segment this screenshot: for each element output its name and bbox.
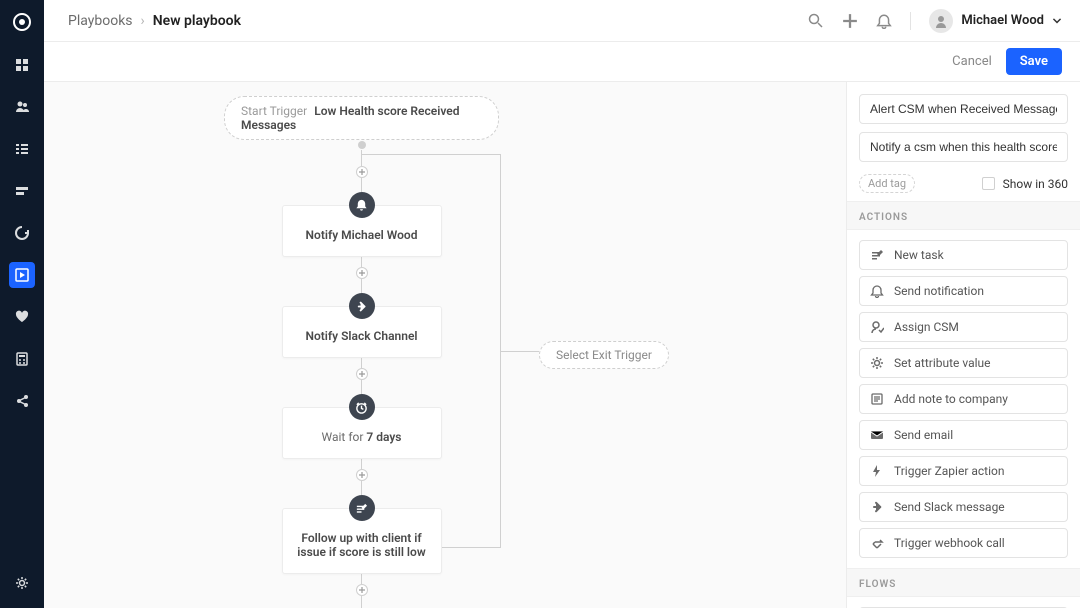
- step-label-prefix: Wait for: [322, 430, 367, 444]
- zapier-icon: [870, 464, 884, 478]
- sidebar: [0, 0, 44, 608]
- flows-list: Wait for/until: [847, 597, 1080, 608]
- action-label: Send notification: [894, 284, 984, 298]
- right-panel: Add tag Show in 360 ACTIONS New task Sen…: [846, 82, 1080, 608]
- notifications-icon[interactable]: [876, 13, 892, 29]
- connector-dot: [358, 141, 366, 149]
- task-icon: [870, 248, 884, 262]
- show-in-360-checkbox[interactable]: [982, 177, 995, 190]
- flow-canvas[interactable]: Select Exit Trigger Start Trigger Low He…: [44, 82, 846, 608]
- user-menu[interactable]: Michael Wood: [929, 9, 1062, 33]
- clock-icon: [349, 394, 375, 420]
- action-new-task[interactable]: New task: [859, 240, 1068, 270]
- divider: [910, 12, 911, 30]
- playbook-title-input[interactable]: [859, 94, 1068, 124]
- action-label: Send email: [894, 428, 953, 442]
- action-label: New task: [894, 248, 944, 262]
- sidebar-item-dashboard[interactable]: [9, 52, 35, 78]
- action-trigger-zapier[interactable]: Trigger Zapier action: [859, 456, 1068, 486]
- exit-trigger[interactable]: Select Exit Trigger: [539, 341, 669, 369]
- sidebar-item-lists[interactable]: [9, 136, 35, 162]
- sidebar-item-integrations[interactable]: [9, 388, 35, 414]
- breadcrumb-section[interactable]: Playbooks: [68, 13, 133, 29]
- avatar: [929, 9, 953, 33]
- task-icon: [349, 495, 375, 521]
- action-send-slack[interactable]: Send Slack message: [859, 492, 1068, 522]
- show-in-360-label: Show in 360: [1003, 177, 1068, 191]
- actions-list: New task Send notification Assign CSM Se…: [847, 230, 1080, 568]
- action-label: Set attribute value: [894, 356, 991, 370]
- step-notify-user[interactable]: Notify Michael Wood: [282, 192, 442, 257]
- action-send-email[interactable]: Send email: [859, 420, 1068, 450]
- action-label: Trigger Zapier action: [894, 464, 1005, 478]
- step-label: Notify Michael Wood: [306, 228, 418, 242]
- action-label: Assign CSM: [894, 320, 959, 334]
- step-wait[interactable]: Wait for 7 days: [282, 394, 442, 459]
- search-icon[interactable]: [808, 13, 824, 29]
- webhook-icon: [870, 536, 884, 550]
- actionbar: Cancel Save: [44, 42, 1080, 82]
- note-icon: [870, 392, 884, 406]
- cancel-button[interactable]: Cancel: [952, 54, 992, 69]
- topbar: Playbooks › New playbook Michael Wood: [44, 0, 1080, 42]
- logo[interactable]: [0, 0, 44, 44]
- bell-icon: [349, 192, 375, 218]
- add-step-button[interactable]: [356, 584, 368, 596]
- add-icon[interactable]: [842, 13, 858, 29]
- action-label: Add note to company: [894, 392, 1008, 406]
- flows-header: FLOWS: [847, 568, 1080, 597]
- step-label: Notify Slack Channel: [305, 329, 417, 343]
- connector: [501, 351, 539, 352]
- step-followup[interactable]: Follow up with client if issue if score …: [282, 495, 442, 574]
- playbook-desc-input[interactable]: [859, 132, 1068, 162]
- action-send-notification[interactable]: Send notification: [859, 276, 1068, 306]
- sidebar-item-playbooks[interactable]: [9, 262, 35, 288]
- bell-icon: [870, 284, 884, 298]
- action-label: Trigger webhook call: [894, 536, 1005, 550]
- action-set-attribute[interactable]: Set attribute value: [859, 348, 1068, 378]
- gear-icon: [870, 356, 884, 370]
- step-label-value: 7 days: [366, 430, 401, 444]
- connector: [361, 596, 362, 608]
- breadcrumb-separator-icon: ›: [141, 13, 145, 29]
- start-trigger[interactable]: Start Trigger Low Health score Received …: [224, 96, 499, 140]
- slack-icon: [349, 293, 375, 319]
- connector: [361, 574, 362, 584]
- chevron-down-icon: [1052, 16, 1062, 26]
- actions-header: ACTIONS: [847, 201, 1080, 230]
- mail-icon: [870, 428, 884, 442]
- slack-icon: [870, 500, 884, 514]
- sidebar-item-lifecycle[interactable]: [9, 220, 35, 246]
- action-assign-csm[interactable]: Assign CSM: [859, 312, 1068, 342]
- step-label: Follow up with client if issue if score …: [297, 531, 425, 559]
- sidebar-item-segments[interactable]: [9, 178, 35, 204]
- breadcrumb-current: New playbook: [153, 13, 241, 29]
- breadcrumb: Playbooks › New playbook: [68, 13, 241, 29]
- action-label: Send Slack message: [894, 500, 1005, 514]
- sidebar-item-people[interactable]: [9, 94, 35, 120]
- assign-icon: [870, 320, 884, 334]
- action-add-note[interactable]: Add note to company: [859, 384, 1068, 414]
- sidebar-item-settings[interactable]: [9, 570, 35, 596]
- user-name: Michael Wood: [961, 13, 1044, 28]
- step-notify-slack[interactable]: Notify Slack Channel: [282, 293, 442, 358]
- sidebar-item-health[interactable]: [9, 304, 35, 330]
- start-trigger-label: Start Trigger: [241, 104, 307, 118]
- save-button[interactable]: Save: [1006, 48, 1062, 75]
- add-tag-chip[interactable]: Add tag: [859, 174, 915, 193]
- sidebar-item-reports[interactable]: [9, 346, 35, 372]
- action-trigger-webhook[interactable]: Trigger webhook call: [859, 528, 1068, 558]
